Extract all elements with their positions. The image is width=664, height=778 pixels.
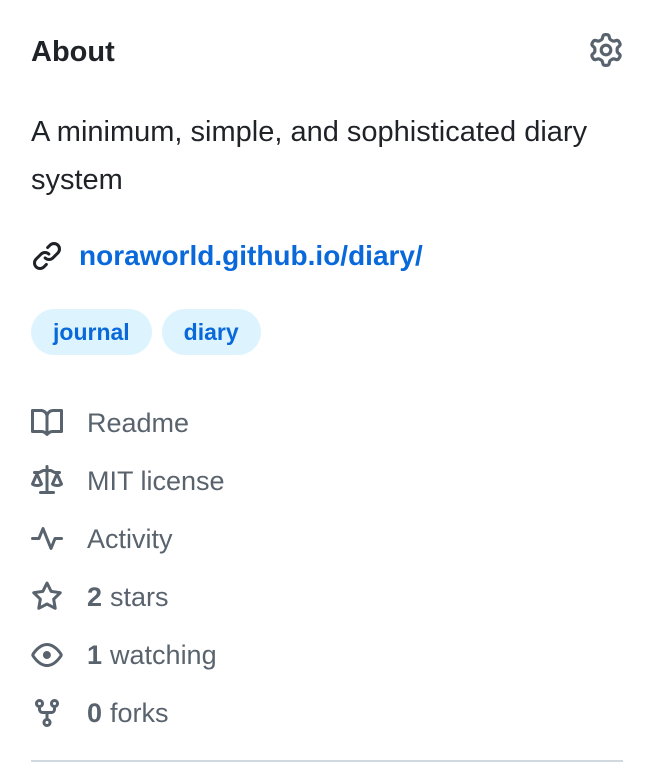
- readme-label: Readme: [87, 407, 190, 438]
- license-label: MIT license: [87, 465, 225, 496]
- stars-label: stars: [110, 581, 169, 612]
- forks-count: 0: [87, 697, 103, 728]
- section-divider: [31, 760, 623, 762]
- topic-diary[interactable]: diary: [161, 309, 261, 355]
- watching-label: watching: [110, 639, 217, 670]
- repo-description: A minimum, simple, and sophisticated dia…: [31, 116, 588, 196]
- gear-icon[interactable]: [589, 33, 623, 67]
- topic-journal[interactable]: journal: [31, 309, 152, 355]
- pulse-icon: [31, 523, 63, 555]
- repo-forked-icon: [31, 697, 63, 729]
- repo-meta-list: Readme MIT license Activity 2 stars 1 wa…: [31, 394, 225, 742]
- watching-count: 1: [87, 639, 103, 670]
- stars-count: 2: [87, 581, 103, 612]
- stars-link[interactable]: 2 stars: [31, 568, 225, 626]
- about-header: About: [31, 30, 623, 74]
- forks-link[interactable]: 0 forks: [31, 684, 225, 742]
- book-icon: [31, 407, 63, 439]
- homepage-link[interactable]: noraworld.github.io/diary/: [79, 236, 423, 276]
- link-icon: [31, 240, 63, 272]
- forks-label: forks: [110, 697, 169, 728]
- activity-label: Activity: [87, 523, 173, 554]
- about-title: About: [31, 36, 115, 68]
- watchers-link[interactable]: 1 watching: [31, 626, 225, 684]
- star-icon: [31, 581, 63, 613]
- license-link[interactable]: MIT license: [31, 452, 225, 510]
- topics-list: journal diary: [31, 309, 261, 355]
- eye-icon: [31, 639, 63, 671]
- readme-link[interactable]: Readme: [31, 394, 225, 452]
- activity-link[interactable]: Activity: [31, 510, 225, 568]
- homepage-link-row: noraworld.github.io/diary/: [31, 236, 423, 276]
- law-icon: [31, 465, 63, 497]
